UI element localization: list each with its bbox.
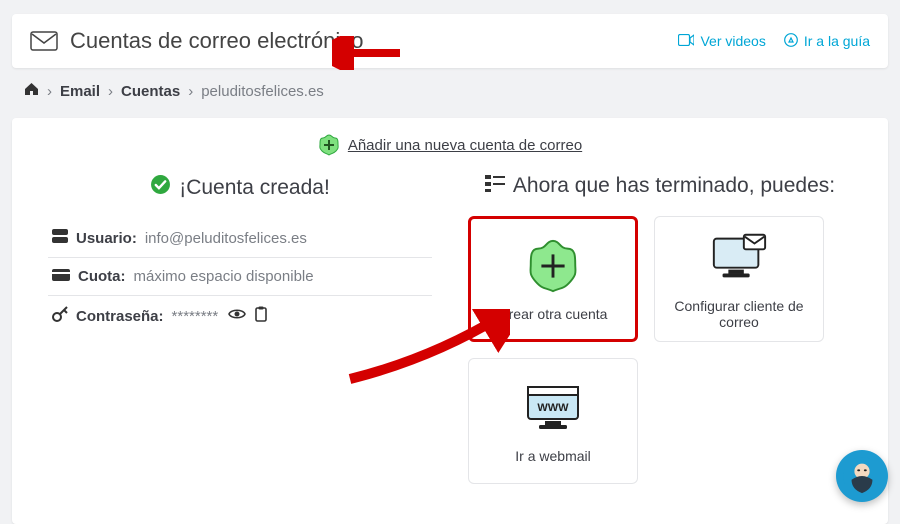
reveal-password-button[interactable] xyxy=(228,307,246,325)
plus-badge-icon xyxy=(318,134,340,156)
breadcrumb-accounts[interactable]: Cuentas xyxy=(121,83,180,100)
password-row: Contraseña: ******** xyxy=(48,296,432,336)
clipboard-icon xyxy=(254,306,268,322)
eye-icon xyxy=(228,307,246,321)
mail-icon xyxy=(30,31,58,51)
add-account-link[interactable]: Añadir una nueva cuenta de correo xyxy=(30,134,870,156)
home-icon xyxy=(24,82,39,96)
copy-password-button[interactable] xyxy=(254,306,268,326)
next-heading: Ahora que has terminado, puedes: xyxy=(513,174,835,198)
created-heading: ¡Cuenta creada! xyxy=(179,176,330,200)
breadcrumb: › Email › Cuentas › peluditosfelices.es xyxy=(0,68,900,110)
page-title: Cuentas de correo electrónico xyxy=(70,28,364,54)
card-icon xyxy=(52,268,70,285)
go-guide-link[interactable]: Ir a la guía xyxy=(784,33,870,50)
check-circle-icon xyxy=(150,174,171,201)
compass-icon xyxy=(784,33,798,50)
page-header: Cuentas de correo electrónico Ver videos… xyxy=(12,14,888,68)
avatar-icon xyxy=(843,457,881,495)
key-icon xyxy=(52,306,68,326)
main-panel: Añadir una nueva cuenta de correo ¡Cuent… xyxy=(12,118,888,524)
tile-configure-client[interactable]: Configurar cliente de correo xyxy=(654,216,824,342)
watch-videos-link[interactable]: Ver videos xyxy=(678,33,765,50)
breadcrumb-current: peluditosfelices.es xyxy=(201,83,324,100)
help-chat-button[interactable] xyxy=(836,450,888,502)
monitor-mail-icon xyxy=(709,228,769,288)
tile-go-webmail[interactable]: WWW Ir a webmail xyxy=(468,358,638,484)
server-icon xyxy=(52,229,68,247)
plus-flower-icon xyxy=(523,236,583,296)
svg-text:WWW: WWW xyxy=(537,402,569,414)
video-icon xyxy=(678,33,694,49)
account-created-section: ¡Cuenta creada! Usuario: info@peluditosf… xyxy=(30,174,450,484)
quota-row: Cuota: máximo espacio disponible xyxy=(48,258,432,296)
breadcrumb-home[interactable] xyxy=(24,82,39,100)
next-steps-section: Ahora que has terminado, puedes: Crear o… xyxy=(450,174,870,484)
tasks-icon xyxy=(485,174,505,198)
tile-create-another[interactable]: Crear otra cuenta xyxy=(468,216,638,342)
user-row: Usuario: info@peluditosfelices.es xyxy=(48,219,432,258)
monitor-www-icon: WWW xyxy=(523,378,583,438)
breadcrumb-email[interactable]: Email xyxy=(60,83,100,100)
